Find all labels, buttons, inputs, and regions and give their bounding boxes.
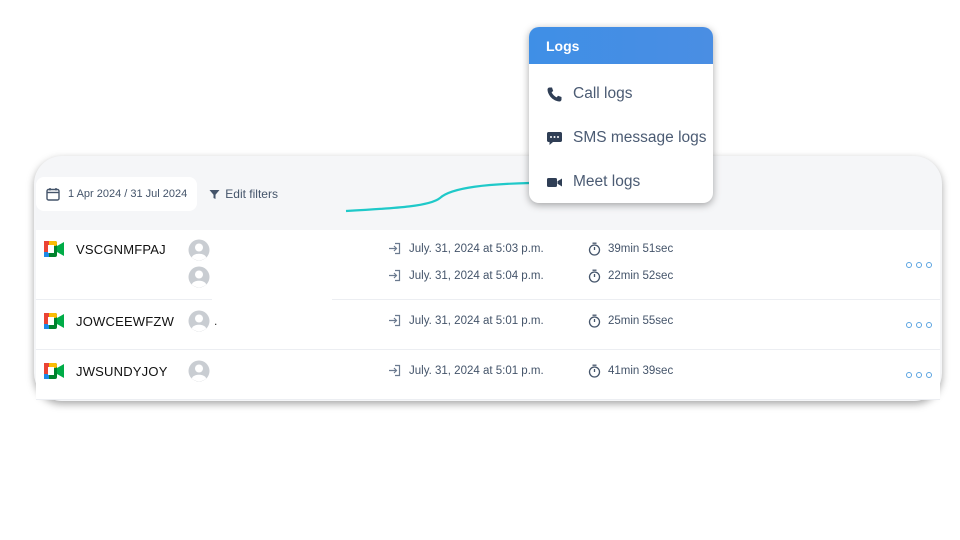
avatar-icon xyxy=(188,239,210,261)
chat-icon xyxy=(547,131,562,145)
login-icon xyxy=(389,242,401,255)
filter-icon xyxy=(209,189,220,199)
phone-icon xyxy=(547,87,562,101)
edit-filters-label: Edit filters xyxy=(225,187,278,201)
duration: 41min 39sec xyxy=(588,364,673,378)
call-logs-label: Call logs xyxy=(573,85,633,102)
duration: 22min 52sec xyxy=(588,269,673,283)
stopwatch-icon xyxy=(588,314,601,328)
join-time-text: July. 31, 2024 at 5:04 p.m. xyxy=(409,269,544,282)
date-range-picker[interactable]: 1 Apr 2024 / 31 Jul 2024 xyxy=(36,177,198,211)
join-time: July. 31, 2024 at 5:01 p.m. xyxy=(388,364,544,377)
google-meet-icon xyxy=(44,313,64,329)
join-time: July. 31, 2024 at 5:04 p.m. xyxy=(388,269,544,282)
menu-item-meet-logs[interactable]: Meet logs xyxy=(546,173,640,191)
logs-dropdown: Logs Call logs SMS message logs Meet log… xyxy=(529,27,713,203)
stopwatch-icon xyxy=(588,364,601,378)
video-icon xyxy=(547,177,562,187)
meetings-list: VSCGNMFPAJ July. 31, 2024 at 5:03 p.m. 3… xyxy=(36,230,940,400)
duration: 39min 51sec xyxy=(588,242,673,256)
sms-logs-label: SMS message logs xyxy=(573,129,707,146)
avatar-icon xyxy=(188,360,210,382)
google-meet-icon xyxy=(44,363,64,379)
join-time-text: July. 31, 2024 at 5:01 p.m. xyxy=(409,314,544,327)
stopwatch-icon xyxy=(588,242,601,256)
join-time: July. 31, 2024 at 5:01 p.m. xyxy=(388,314,544,327)
join-time-text: July. 31, 2024 at 5:01 p.m. xyxy=(409,364,544,377)
logs-dropdown-title: Logs xyxy=(529,27,713,64)
meet-logs-card: 1 Apr 2024 / 31 Jul 2024 Edit filters VS… xyxy=(34,156,942,401)
table-row[interactable]: VSCGNMFPAJ July. 31, 2024 at 5:03 p.m. 3… xyxy=(36,230,940,300)
login-icon xyxy=(389,364,401,377)
google-meet-icon xyxy=(44,241,64,257)
duration: 25min 55sec xyxy=(588,314,673,328)
calendar-icon xyxy=(46,188,60,201)
duration-text: 22min 52sec xyxy=(608,270,674,282)
more-options-button[interactable] xyxy=(906,322,932,328)
table-row[interactable]: JOWCEEWFZW . July. 31, 2024 at 5:01 p.m. xyxy=(36,300,940,350)
more-options-button[interactable] xyxy=(906,262,932,268)
participant-suffix: . xyxy=(214,314,218,328)
filter-toolbar: 1 Apr 2024 / 31 Jul 2024 Edit filters xyxy=(36,176,278,212)
menu-item-sms-logs[interactable]: SMS message logs xyxy=(546,129,707,147)
duration-text: 41min 39sec xyxy=(608,365,674,377)
join-time: July. 31, 2024 at 5:03 p.m. xyxy=(388,242,544,255)
meet-logs-label: Meet logs xyxy=(573,173,641,190)
date-range-label: 1 Apr 2024 / 31 Jul 2024 xyxy=(68,188,188,200)
meeting-name: JWSUNDYJOY xyxy=(76,364,168,379)
login-icon xyxy=(389,314,401,327)
avatar-icon xyxy=(188,310,210,332)
edit-filters-button[interactable]: Edit filters xyxy=(209,187,278,201)
meeting-name: JOWCEEWFZW xyxy=(76,314,175,329)
meeting-name: VSCGNMFPAJ xyxy=(76,242,166,257)
table-row[interactable]: JWSUNDYJOY July. 31, 2024 at 5:01 p.m. 4… xyxy=(36,350,940,400)
join-time-text: July. 31, 2024 at 5:03 p.m. xyxy=(409,242,544,255)
avatar-icon xyxy=(188,266,210,288)
duration-text: 25min 55sec xyxy=(608,315,674,327)
duration-text: 39min 51sec xyxy=(608,243,674,255)
login-icon xyxy=(389,269,401,282)
more-options-button[interactable] xyxy=(906,372,932,378)
menu-item-call-logs[interactable]: Call logs xyxy=(546,85,632,103)
stopwatch-icon xyxy=(588,269,601,283)
